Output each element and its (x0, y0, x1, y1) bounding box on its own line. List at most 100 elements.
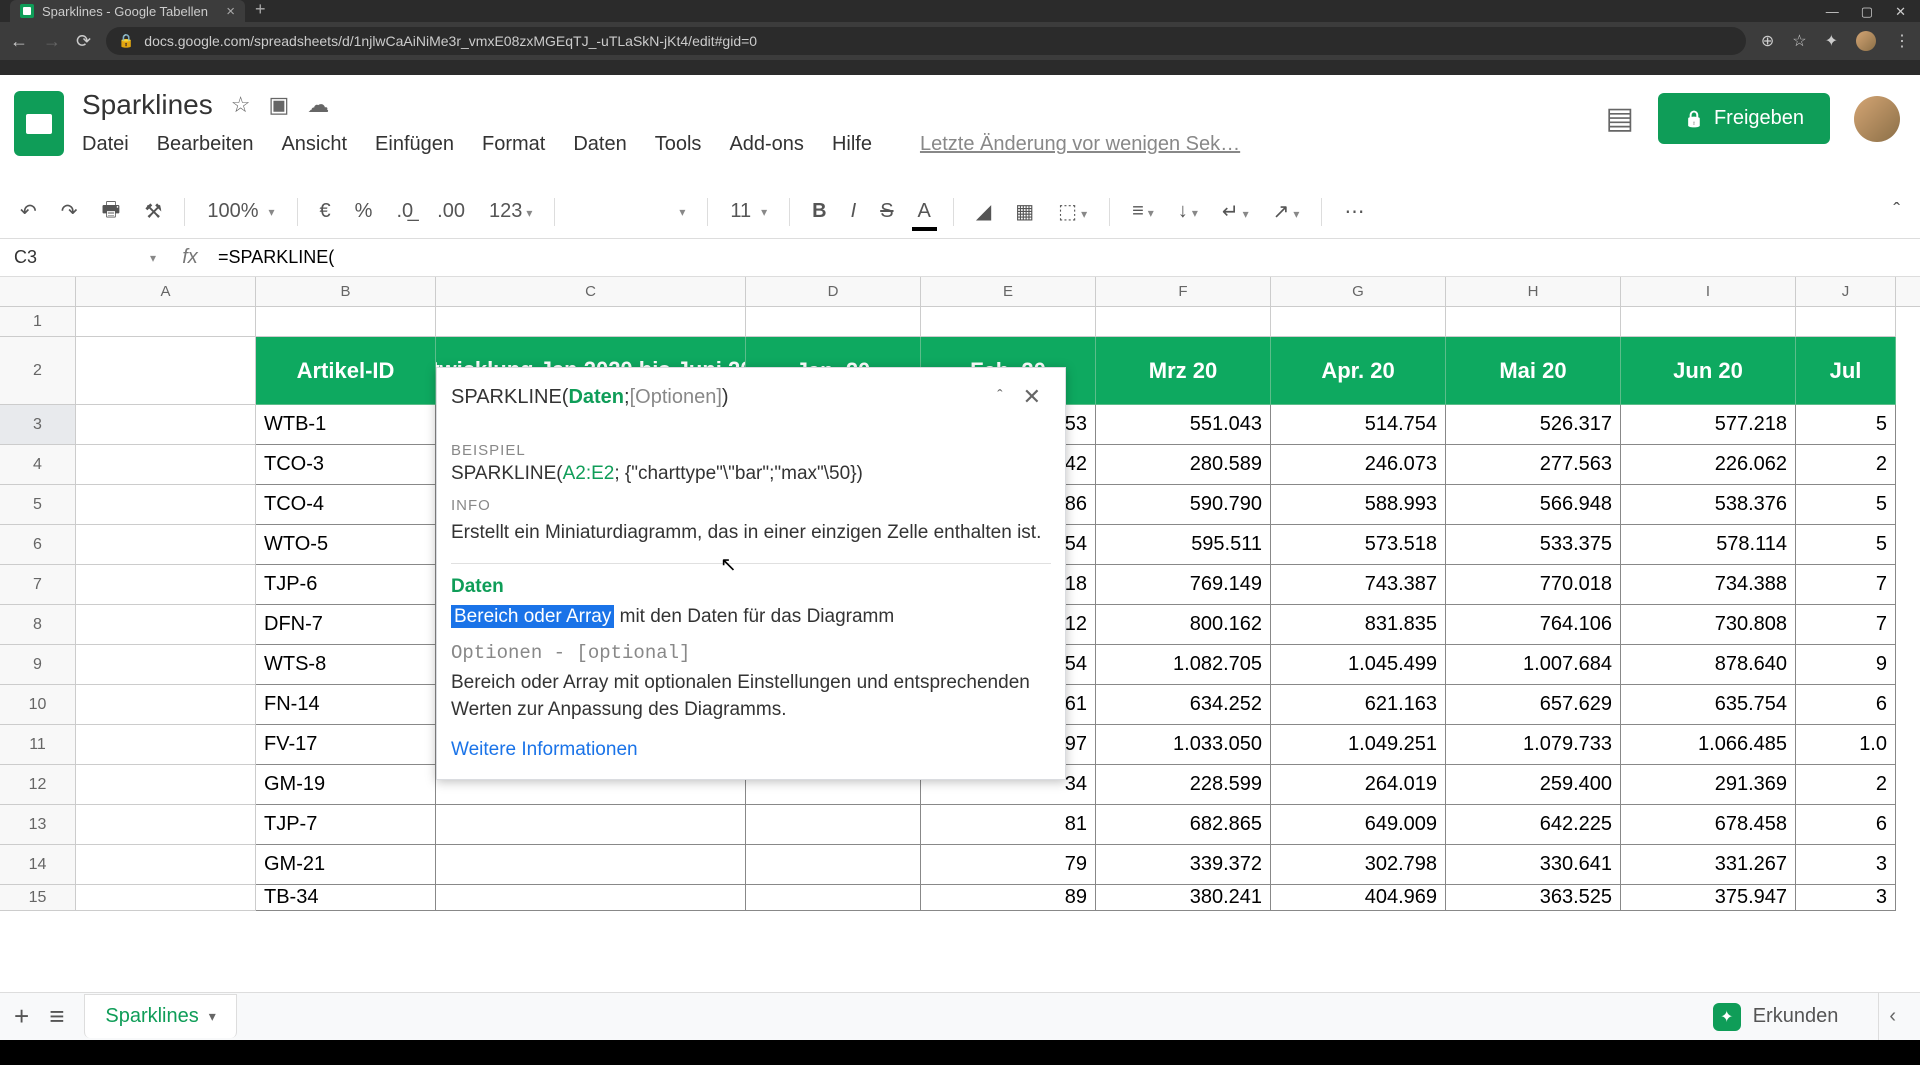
cell[interactable]: 573.518 (1271, 525, 1446, 565)
zoom-select[interactable]: 100% (201, 196, 280, 227)
row-header[interactable]: 1 (0, 307, 76, 337)
paint-format-button[interactable]: ⚒ (138, 195, 168, 228)
col-header-f[interactable]: F (1096, 277, 1271, 306)
cell[interactable]: 878.640 (1621, 645, 1796, 685)
menu-icon[interactable]: ⋮ (1894, 31, 1910, 51)
cell[interactable]: 264.019 (1271, 765, 1446, 805)
font-size-select[interactable]: 11 (724, 196, 773, 227)
row-header[interactable]: 14 (0, 845, 76, 885)
share-button[interactable]: Freigeben (1658, 93, 1830, 144)
bookmark-icon[interactable]: ☆ (1792, 31, 1806, 51)
last-edit-status[interactable]: Letzte Änderung vor wenigen Sek… (920, 133, 1240, 156)
maximize-icon[interactable]: ▢ (1861, 4, 1873, 20)
row-header[interactable]: 9 (0, 645, 76, 685)
menu-addons[interactable]: Add-ons (729, 133, 804, 156)
cell[interactable]: 743.387 (1271, 565, 1446, 605)
cell[interactable]: 5 (1796, 525, 1896, 565)
cell-reference[interactable]: C3 (0, 247, 170, 268)
cell-b3[interactable]: WTB-1 (256, 405, 436, 445)
close-tab-icon[interactable]: × (226, 3, 235, 20)
browser-tab[interactable]: Sparklines - Google Tabellen × (10, 0, 245, 22)
cell[interactable]: WTS-8 (256, 645, 436, 685)
rotate-button[interactable]: ↗ (1267, 195, 1306, 228)
col-header-c[interactable]: C (436, 277, 746, 306)
italic-button[interactable]: I (845, 196, 863, 227)
collapse-toolbar-button[interactable]: ˆ (1887, 196, 1906, 227)
number-format-select[interactable]: 123 (483, 196, 538, 227)
cell[interactable]: TJP-6 (256, 565, 436, 605)
popup-more-info-link[interactable]: Weitere Informationen (451, 739, 1051, 761)
cell-i3[interactable]: 577.218 (1621, 405, 1796, 445)
fill-color-button[interactable]: ◢ (970, 195, 997, 228)
cell[interactable]: 1.045.499 (1271, 645, 1446, 685)
currency-button[interactable]: € (314, 196, 337, 227)
cell[interactable] (436, 805, 746, 845)
cell[interactable]: 375.947 (1621, 885, 1796, 911)
extensions-icon[interactable]: ✦ (1825, 31, 1838, 51)
cell[interactable]: TJP-7 (256, 805, 436, 845)
cell[interactable]: 2 (1796, 765, 1896, 805)
increase-decimal-button[interactable]: .00 (431, 196, 471, 227)
col-header-j[interactable]: J (1796, 277, 1896, 306)
cell[interactable]: 330.641 (1446, 845, 1621, 885)
cell[interactable]: 280.589 (1096, 445, 1271, 485)
reload-button[interactable]: ⟳ (76, 31, 91, 52)
bold-button[interactable]: B (806, 196, 832, 227)
font-select[interactable] (571, 201, 691, 223)
cell[interactable]: 259.400 (1446, 765, 1621, 805)
cloud-icon[interactable]: ☁ (307, 92, 329, 118)
cell[interactable]: 642.225 (1446, 805, 1621, 845)
row-header[interactable]: 8 (0, 605, 76, 645)
col-header-d[interactable]: D (746, 277, 921, 306)
menu-format[interactable]: Format (482, 133, 545, 156)
sheet-tab-active[interactable]: Sparklines (84, 994, 236, 1038)
strikethrough-button[interactable]: S (874, 196, 899, 227)
undo-button[interactable]: ↶ (14, 195, 43, 228)
cell[interactable]: 291.369 (1621, 765, 1796, 805)
cell[interactable]: DFN-7 (256, 605, 436, 645)
cell[interactable]: 363.525 (1446, 885, 1621, 911)
cell[interactable]: 1.079.733 (1446, 725, 1621, 765)
cell[interactable]: 678.458 (1621, 805, 1796, 845)
cell[interactable]: 730.808 (1621, 605, 1796, 645)
cell[interactable]: 1.033.050 (1096, 725, 1271, 765)
print-button[interactable]: 🖶 (96, 191, 127, 233)
cell[interactable]: 6 (1796, 805, 1896, 845)
row-header[interactable]: 3 (0, 405, 76, 445)
add-sheet-button[interactable]: + (14, 1001, 29, 1032)
document-title[interactable]: Sparklines (82, 89, 213, 121)
row-header[interactable]: 4 (0, 445, 76, 485)
spreadsheet-grid[interactable]: A B C D E F G H I J 1 2 Artikel-ID (0, 277, 1920, 1065)
menu-ansicht[interactable]: Ansicht (281, 133, 347, 156)
url-field[interactable]: 🔒 docs.google.com/spreadsheets/d/1njlwCa… (106, 27, 1746, 55)
menu-tools[interactable]: Tools (655, 133, 702, 156)
cell[interactable]: 588.993 (1271, 485, 1446, 525)
cell[interactable]: 538.376 (1621, 485, 1796, 525)
cell[interactable] (436, 845, 746, 885)
cell[interactable]: 635.754 (1621, 685, 1796, 725)
menu-hilfe[interactable]: Hilfe (832, 133, 872, 156)
cell[interactable]: WTO-5 (256, 525, 436, 565)
cell[interactable]: 380.241 (1096, 885, 1271, 911)
cell[interactable]: 3 (1796, 885, 1896, 911)
cell[interactable]: FN-14 (256, 685, 436, 725)
comments-icon[interactable]: ▤ (1606, 101, 1634, 136)
cell-g3[interactable]: 514.754 (1271, 405, 1446, 445)
cell[interactable] (436, 885, 746, 911)
back-button[interactable]: ← (10, 31, 28, 52)
col-header-e[interactable]: E (921, 277, 1096, 306)
formula-input[interactable]: =SPARKLINE( (210, 247, 1920, 268)
cell[interactable]: 770.018 (1446, 565, 1621, 605)
row-header[interactable]: 2 (0, 337, 76, 405)
zoom-icon[interactable]: ⊕ (1761, 31, 1774, 51)
minimize-icon[interactable]: — (1826, 4, 1839, 20)
valign-button[interactable]: ↓ (1172, 196, 1204, 227)
cell[interactable]: 1.066.485 (1621, 725, 1796, 765)
cell[interactable]: 2 (1796, 445, 1896, 485)
forward-button[interactable]: → (43, 31, 61, 52)
close-window-icon[interactable]: ✕ (1895, 4, 1906, 20)
cell[interactable]: 831.835 (1271, 605, 1446, 645)
cell[interactable]: 6 (1796, 685, 1896, 725)
explore-button[interactable]: ✦ Erkunden (1713, 1003, 1849, 1031)
cell[interactable]: 5 (1796, 485, 1896, 525)
